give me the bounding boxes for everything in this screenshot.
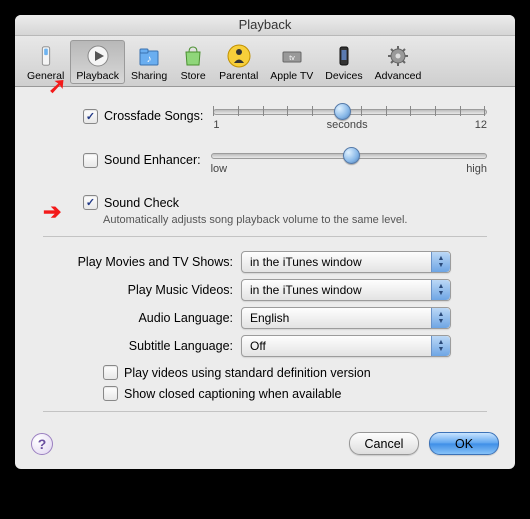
crossfade-thumb[interactable] [334, 103, 351, 120]
chevron-updown-icon: ▲▼ [431, 252, 450, 272]
gear-icon [384, 42, 412, 70]
enhancer-checkbox[interactable] [83, 153, 98, 168]
help-button[interactable]: ? [31, 433, 53, 455]
window-title: Playback [15, 15, 515, 36]
tab-parental[interactable]: Parental [213, 40, 264, 84]
subtitle-lang-select[interactable]: Off ▲▼ [241, 335, 451, 357]
cancel-button[interactable]: Cancel [349, 432, 419, 455]
tab-advanced[interactable]: Advanced [369, 40, 428, 84]
crossfade-slider[interactable]: 1 seconds 12 [213, 101, 487, 131]
ok-button[interactable]: OK [429, 432, 499, 455]
tab-appletv[interactable]: tv Apple TV [264, 40, 319, 84]
soundcheck-label: Sound Check [104, 196, 179, 210]
play-icon [84, 42, 112, 70]
tab-sharing[interactable]: ♪ Sharing [125, 40, 173, 84]
svg-text:♪: ♪ [147, 54, 152, 65]
crossfade-checkbox[interactable]: ✓ [83, 109, 98, 124]
preferences-window: ➚ ➔ Playback General Playback ♪ Sharing … [15, 15, 515, 469]
sd-label: Play videos using standard definition ve… [124, 366, 371, 380]
chevron-updown-icon: ▲▼ [431, 336, 450, 356]
iphone-icon [330, 42, 358, 70]
movies-label: Play Movies and TV Shows: [43, 255, 241, 269]
soundcheck-checkbox[interactable]: ✓ [83, 195, 98, 210]
music-videos-label: Play Music Videos: [43, 283, 241, 297]
movies-select[interactable]: in the iTunes window ▲▼ [241, 251, 451, 273]
chevron-updown-icon: ▲▼ [431, 280, 450, 300]
tab-general[interactable]: General [21, 40, 70, 84]
soundcheck-description: Automatically adjusts song playback volu… [103, 214, 487, 226]
preferences-toolbar: General Playback ♪ Sharing Store Parenta… [15, 36, 515, 87]
tab-devices[interactable]: Devices [319, 40, 368, 84]
crossfade-label: Crossfade Songs: [104, 109, 203, 123]
svg-text:tv: tv [289, 55, 295, 62]
sd-checkbox[interactable] [103, 365, 118, 380]
bag-icon [179, 42, 207, 70]
enhancer-slider[interactable]: low high [211, 145, 487, 175]
folder-music-icon: ♪ [135, 42, 163, 70]
separator [43, 411, 487, 412]
switch-icon [32, 42, 60, 70]
cc-checkbox[interactable] [103, 386, 118, 401]
enhancer-label: Sound Enhancer: [104, 153, 201, 167]
subtitle-lang-label: Subtitle Language: [43, 339, 241, 353]
separator [43, 236, 487, 237]
audio-lang-select[interactable]: English ▲▼ [241, 307, 451, 329]
tab-store[interactable]: Store [173, 40, 213, 84]
chevron-updown-icon: ▲▼ [431, 308, 450, 328]
tab-playback[interactable]: Playback [70, 40, 125, 84]
enhancer-thumb[interactable] [343, 147, 360, 164]
parental-icon [225, 42, 253, 70]
audio-lang-label: Audio Language: [43, 311, 241, 325]
music-videos-select[interactable]: in the iTunes window ▲▼ [241, 279, 451, 301]
appletv-icon: tv [278, 42, 306, 70]
cc-label: Show closed captioning when available [124, 387, 342, 401]
